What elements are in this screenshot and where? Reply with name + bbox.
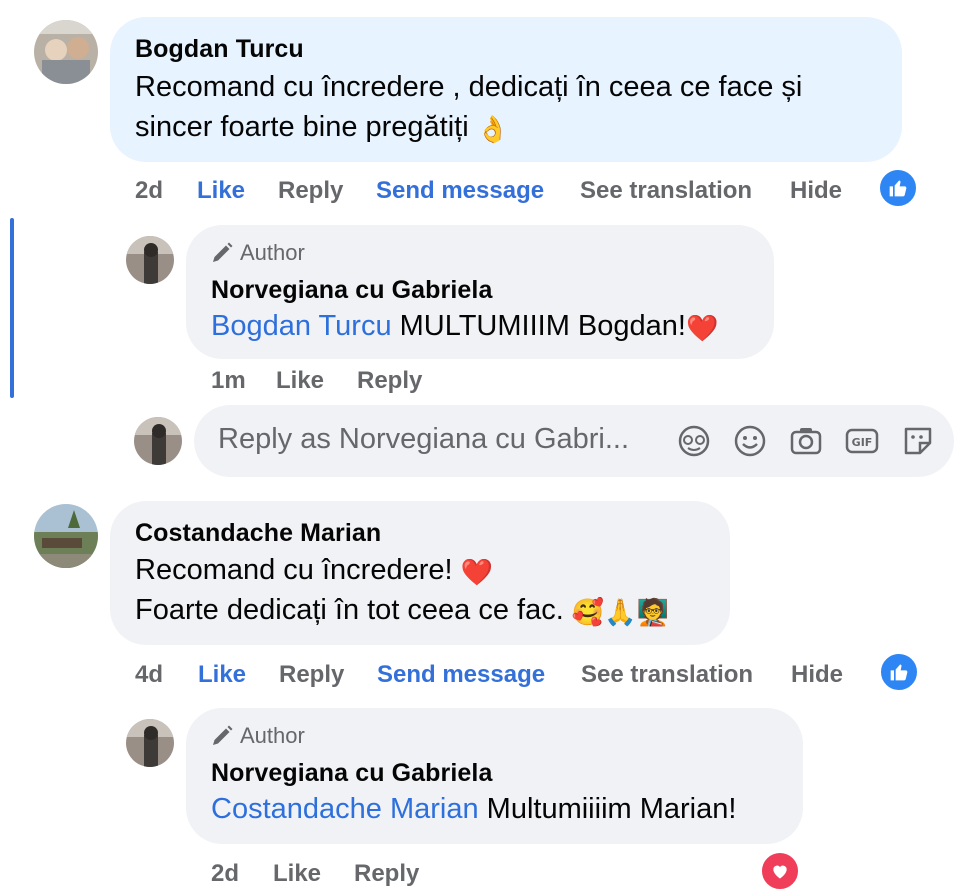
like-reaction-badge[interactable] (878, 168, 918, 208)
like-button[interactable]: Like (197, 177, 245, 205)
reply-reply-button[interactable]: Reply (357, 367, 422, 395)
mention-link[interactable]: Costandache Marian (211, 793, 479, 825)
avatar-sticker-icon[interactable] (676, 423, 712, 459)
pen-icon (213, 242, 233, 262)
pen-icon (213, 725, 233, 745)
reply-like-button[interactable]: Like (273, 860, 321, 888)
heart-emoji: ❤️ (460, 557, 493, 587)
avatar[interactable] (34, 504, 98, 568)
reply-avatar[interactable] (126, 719, 174, 767)
reply-timestamp[interactable]: 2d (211, 860, 239, 888)
hide-button[interactable]: Hide (790, 177, 842, 205)
comment-timestamp[interactable]: 2d (135, 177, 163, 205)
comment-timestamp[interactable]: 4d (135, 661, 163, 689)
reply-timestamp[interactable]: 1m (211, 367, 246, 395)
camera-icon[interactable] (788, 423, 824, 459)
sticker-icon[interactable] (900, 423, 936, 459)
send-message-button[interactable]: Send message (377, 661, 545, 689)
like-reaction-badge[interactable] (879, 652, 919, 692)
reply-reply-button[interactable]: Reply (354, 860, 419, 888)
heart-icon (773, 865, 787, 879)
reaction-emojis: 🥰🙏🧑‍🏫 (571, 597, 669, 627)
composer-avatar (134, 417, 182, 465)
comment-text-line-2: sincer foarte bine pregătiți 👌 (135, 107, 509, 149)
see-translation-button[interactable]: See translation (581, 661, 753, 689)
heart-reaction-badge[interactable] (760, 851, 800, 891)
comment-text-line-2: Foarte dedicați în tot ceea ce fac. 🥰🙏🧑‍… (135, 590, 669, 632)
avatar[interactable] (34, 20, 98, 84)
reply-avatar[interactable] (126, 236, 174, 284)
like-icon (889, 180, 907, 197)
comment-text-line-1: Recomand cu încredere , dedicați în ceea… (135, 71, 803, 103)
emoji-icon[interactable] (732, 423, 768, 459)
svg-text:GIF: GIF (852, 436, 873, 449)
hide-button[interactable]: Hide (791, 661, 843, 689)
reply-author[interactable]: Norvegiana cu Gabriela (211, 759, 492, 788)
comment-author[interactable]: Costandache Marian (135, 519, 381, 548)
author-badge: Author (210, 723, 305, 749)
reply-input[interactable]: Reply as Norvegiana cu Gabri... GIF (194, 405, 954, 477)
gif-icon[interactable]: GIF (844, 423, 880, 459)
like-icon (890, 664, 908, 681)
mention-link[interactable]: Bogdan Turcu (211, 310, 392, 342)
reply-button[interactable]: Reply (278, 177, 343, 205)
like-button[interactable]: Like (198, 661, 246, 689)
reply-text: Bogdan Turcu MULTUMIIIM Bogdan!❤️ (211, 306, 718, 348)
comment-text-line-1: Recomand cu încredere! ❤️ (135, 550, 493, 592)
reply-input-placeholder: Reply as Norvegiana cu Gabri... (218, 423, 630, 455)
ok-hand-emoji: 👌 (476, 114, 510, 144)
see-translation-button[interactable]: See translation (580, 177, 752, 205)
reply-author[interactable]: Norvegiana cu Gabriela (211, 276, 492, 305)
author-badge: Author (210, 240, 305, 266)
reply-like-button[interactable]: Like (276, 367, 324, 395)
send-message-button[interactable]: Send message (376, 177, 544, 205)
heart-emoji: ❤️ (685, 313, 719, 343)
comment-author[interactable]: Bogdan Turcu (135, 35, 304, 64)
reply-text: Costandache Marian Multumiiiim Marian! (211, 793, 737, 825)
reply-button[interactable]: Reply (279, 661, 344, 689)
thread-line (10, 218, 14, 398)
